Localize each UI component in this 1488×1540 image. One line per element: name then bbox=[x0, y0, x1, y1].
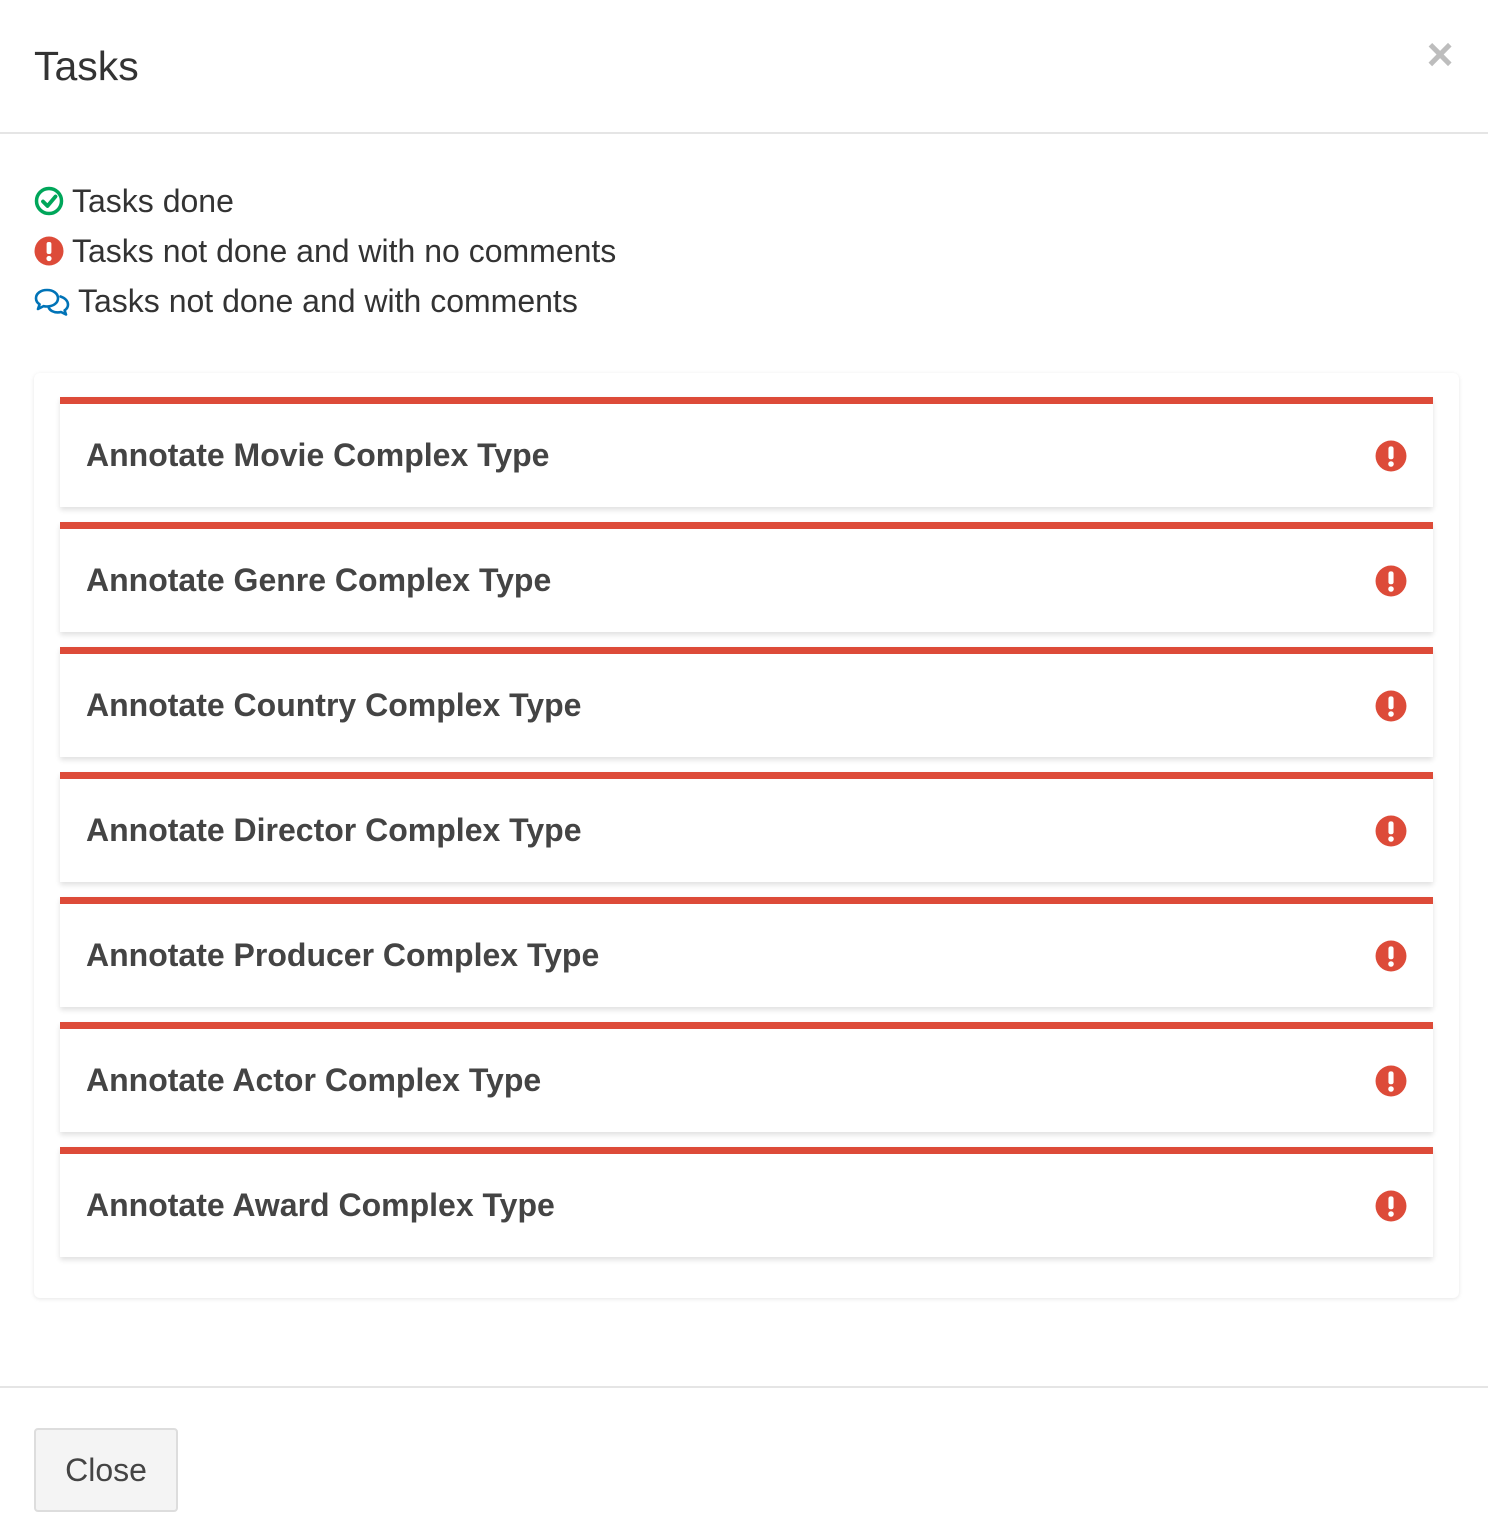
task-label: Annotate Award Complex Type bbox=[86, 1187, 555, 1223]
modal-header: Tasks × bbox=[0, 0, 1488, 134]
task-item-director[interactable]: Annotate Director Complex Type bbox=[60, 772, 1433, 882]
task-label: Annotate Actor Complex Type bbox=[86, 1062, 542, 1098]
task-label: Annotate Producer Complex Type bbox=[86, 937, 600, 973]
modal-title: Tasks bbox=[34, 43, 139, 89]
modal-footer: Close bbox=[0, 1386, 1488, 1540]
task-item-genre[interactable]: Annotate Genre Complex Type bbox=[60, 522, 1433, 632]
exclamation-circle-icon bbox=[1375, 690, 1407, 722]
legend-item-with-comments: Tasks not done and with comments bbox=[34, 276, 616, 326]
check-circle-icon bbox=[34, 186, 64, 216]
task-item-award[interactable]: Annotate Award Complex Type bbox=[60, 1147, 1433, 1257]
exclamation-circle-icon bbox=[1375, 940, 1407, 972]
task-label: Annotate Country Complex Type bbox=[86, 687, 582, 723]
exclamation-circle-icon bbox=[1375, 1190, 1407, 1222]
status-legend: Tasks done Tasks not done and with no co… bbox=[34, 176, 616, 326]
exclamation-circle-icon bbox=[1375, 815, 1407, 847]
legend-label: Tasks not done and with comments bbox=[78, 282, 578, 319]
comments-icon bbox=[34, 286, 70, 316]
legend-item-done: Tasks done bbox=[34, 176, 616, 226]
exclamation-circle-icon bbox=[1375, 1065, 1407, 1097]
exclamation-circle-icon bbox=[1375, 565, 1407, 597]
task-item-country[interactable]: Annotate Country Complex Type bbox=[60, 647, 1433, 757]
legend-label: Tasks not done and with no comments bbox=[72, 232, 617, 269]
legend-label: Tasks done bbox=[72, 182, 234, 219]
close-button[interactable]: Close bbox=[34, 1428, 178, 1512]
tasks-modal: Tasks × Tasks done Tasks not done and wi… bbox=[0, 0, 1488, 1540]
legend-item-no-comments: Tasks not done and with no comments bbox=[34, 226, 616, 276]
task-label: Annotate Genre Complex Type bbox=[86, 562, 552, 598]
task-item-producer[interactable]: Annotate Producer Complex Type bbox=[60, 897, 1433, 1007]
task-list-panel: Annotate Movie Complex Type Annotate Gen… bbox=[34, 373, 1459, 1298]
task-item-actor[interactable]: Annotate Actor Complex Type bbox=[60, 1022, 1433, 1132]
task-item-movie[interactable]: Annotate Movie Complex Type bbox=[60, 397, 1433, 507]
exclamation-circle-icon bbox=[1375, 440, 1407, 472]
exclamation-circle-icon bbox=[34, 236, 64, 266]
close-icon[interactable]: × bbox=[1422, 31, 1458, 77]
task-label: Annotate Movie Complex Type bbox=[86, 437, 550, 473]
task-label: Annotate Director Complex Type bbox=[86, 812, 582, 848]
